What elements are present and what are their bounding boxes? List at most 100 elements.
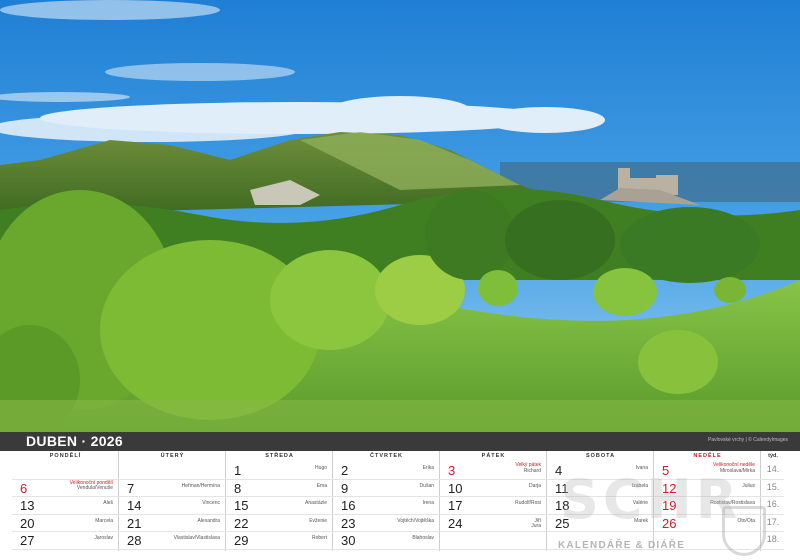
day-number: 28 <box>127 533 142 549</box>
day-cell: 29 Robert <box>226 532 333 549</box>
day-number: 22 <box>234 515 249 531</box>
week-number-header: týd. <box>768 453 778 459</box>
day-cell: 14 Vincenc <box>119 497 226 514</box>
nameday-name: Dušan <box>419 482 434 489</box>
nameday-name: Blahoslav <box>412 535 434 542</box>
nameday-name: Vlastislav/Vlastislava <box>173 535 220 542</box>
day-cell: 27 Jaroslav <box>12 532 119 549</box>
day-number: 2 <box>341 463 349 478</box>
nameday-text: Velký pátek Richard <box>515 462 541 474</box>
day-number: 13 <box>20 498 35 514</box>
weekday-header: PONDĚLÍ ÚTERÝ STŘEDA ČTVRTEK PÁTEK SOBOTA NEDĚ… <box>0 451 800 462</box>
weekday-name: PONDĚLÍ <box>49 453 82 459</box>
nameday-name: Robert <box>311 535 327 542</box>
day-cell: 17 Rudolf/Rosi <box>440 497 547 514</box>
nameday-text: Darja <box>529 482 541 490</box>
weekday-name: ČTVRTEK <box>370 453 403 459</box>
nameday-text: Vincenc <box>202 501 220 507</box>
day-cell: 21 Alexandra <box>119 515 226 532</box>
day-cell: 3 Velký pátek Richard <box>440 462 547 479</box>
day-number: 16 <box>341 498 356 514</box>
landscape-illustration <box>0 0 800 432</box>
nameday-name: Jaroslav <box>94 535 113 542</box>
day-cell <box>440 532 547 549</box>
nameday-name: Erika <box>422 465 434 471</box>
day-cell <box>12 462 119 479</box>
nameday-name: Anastázie <box>305 500 327 507</box>
day-cell: 10 Darja <box>440 480 547 497</box>
day-number: 6 <box>20 480 28 496</box>
weekday-name: SOBOTA <box>585 453 616 459</box>
month-title: DUBEN · 2026 <box>26 433 123 449</box>
nameday-name: Vincenc <box>202 500 220 507</box>
nameday-text: Aleš <box>103 501 113 507</box>
weekday-name: PÁTEK <box>481 453 506 459</box>
nameday-name: Richard <box>523 467 541 474</box>
nameday-name: Darja <box>529 482 541 489</box>
day-cell: 1 Hugo <box>226 462 333 479</box>
day-cell: 9 Dušan <box>333 480 440 497</box>
nameday-text: Irena <box>423 501 434 507</box>
day-number: 7 <box>127 480 135 496</box>
nameday-name: Evženie <box>309 517 327 524</box>
weekday-name: ÚTERÝ <box>160 453 185 459</box>
day-cell: 22 Evženie <box>226 515 333 532</box>
nameday-text: Heřman/Hermína <box>181 482 220 490</box>
day-cell: 7 Heřman/Hermína <box>119 480 226 497</box>
day-number: 24 <box>448 515 463 531</box>
watermark-shield-icon <box>722 506 766 556</box>
weekday-name: NEDĚLE <box>693 453 722 459</box>
day-number: 23 <box>341 515 356 531</box>
week-number: 15. <box>766 481 780 492</box>
nameday-text: Vojtěch/Vojtěška <box>397 517 434 525</box>
nameday-name: Alexandra <box>197 517 220 524</box>
day-cell <box>119 462 226 479</box>
nameday-text: Dušan <box>419 482 434 490</box>
day-number: 8 <box>234 480 242 496</box>
day-number: 29 <box>234 533 249 549</box>
nameday-name: Jiří Jura <box>531 517 541 530</box>
month-header-bar: DUBEN · 2026 Pavlovské vrchy | © Calendy… <box>0 432 800 451</box>
nameday-name: Vojtěch/Vojtěška <box>397 517 434 524</box>
nameday-text: Robert <box>312 536 327 542</box>
day-cell: 8 Ema <box>226 480 333 497</box>
day-number: 27 <box>20 533 35 549</box>
nameday-name: Marcela <box>95 517 113 524</box>
day-cell: 24 Jiří Jura <box>440 515 547 532</box>
nameday-text: Julius <box>742 482 755 490</box>
nameday-name: Heřman/Hermína <box>181 482 220 489</box>
day-cell: 28 Vlastislav/Vlastislava <box>119 532 226 549</box>
landscape-photo <box>0 0 800 432</box>
day-cell: 6 Velikonoční pondělí Vendula/Venuše <box>12 480 119 497</box>
watermark-logo: SCHR <box>560 468 742 531</box>
day-number: 17 <box>448 498 463 514</box>
nameday-name: Julius <box>742 482 755 489</box>
day-cell: 16 Irena <box>333 497 440 514</box>
day-number: 1 <box>234 463 242 478</box>
day-cell: 30 Blahoslav <box>333 532 440 549</box>
day-number: 3 <box>448 463 456 478</box>
weekday-name: STŘEDA <box>265 453 294 459</box>
day-number: 9 <box>341 480 349 496</box>
nameday-text: Ema <box>317 483 327 490</box>
nameday-name: Rudolf/Rosi <box>515 500 541 507</box>
nameday-text: Vlastislav/Vlastislava <box>174 536 220 542</box>
week-number: 14. <box>766 464 780 474</box>
nameday-text: Erika <box>422 465 434 472</box>
day-cell: 2 Erika <box>333 462 440 479</box>
day-number: 20 <box>20 515 35 531</box>
nameday-text: Anastázie <box>305 501 327 507</box>
nameday-text: Hugo <box>315 465 327 472</box>
photo-credit: Pavlovské vrchy | © CalendyImages <box>707 437 788 443</box>
day-number: 10 <box>448 480 463 496</box>
nameday-name: Aleš <box>103 500 113 507</box>
foreground-grass <box>0 400 800 432</box>
nameday-text: Alexandra <box>197 517 220 525</box>
day-cell: 13 Aleš <box>12 497 119 514</box>
day-number: 15 <box>234 498 249 514</box>
nameday-text: Evženie <box>309 517 327 525</box>
nameday-text: Jaroslav <box>94 536 113 542</box>
day-number: 14 <box>127 498 142 514</box>
day-cell: 20 Marcela <box>12 515 119 532</box>
day-number: 30 <box>341 533 356 549</box>
